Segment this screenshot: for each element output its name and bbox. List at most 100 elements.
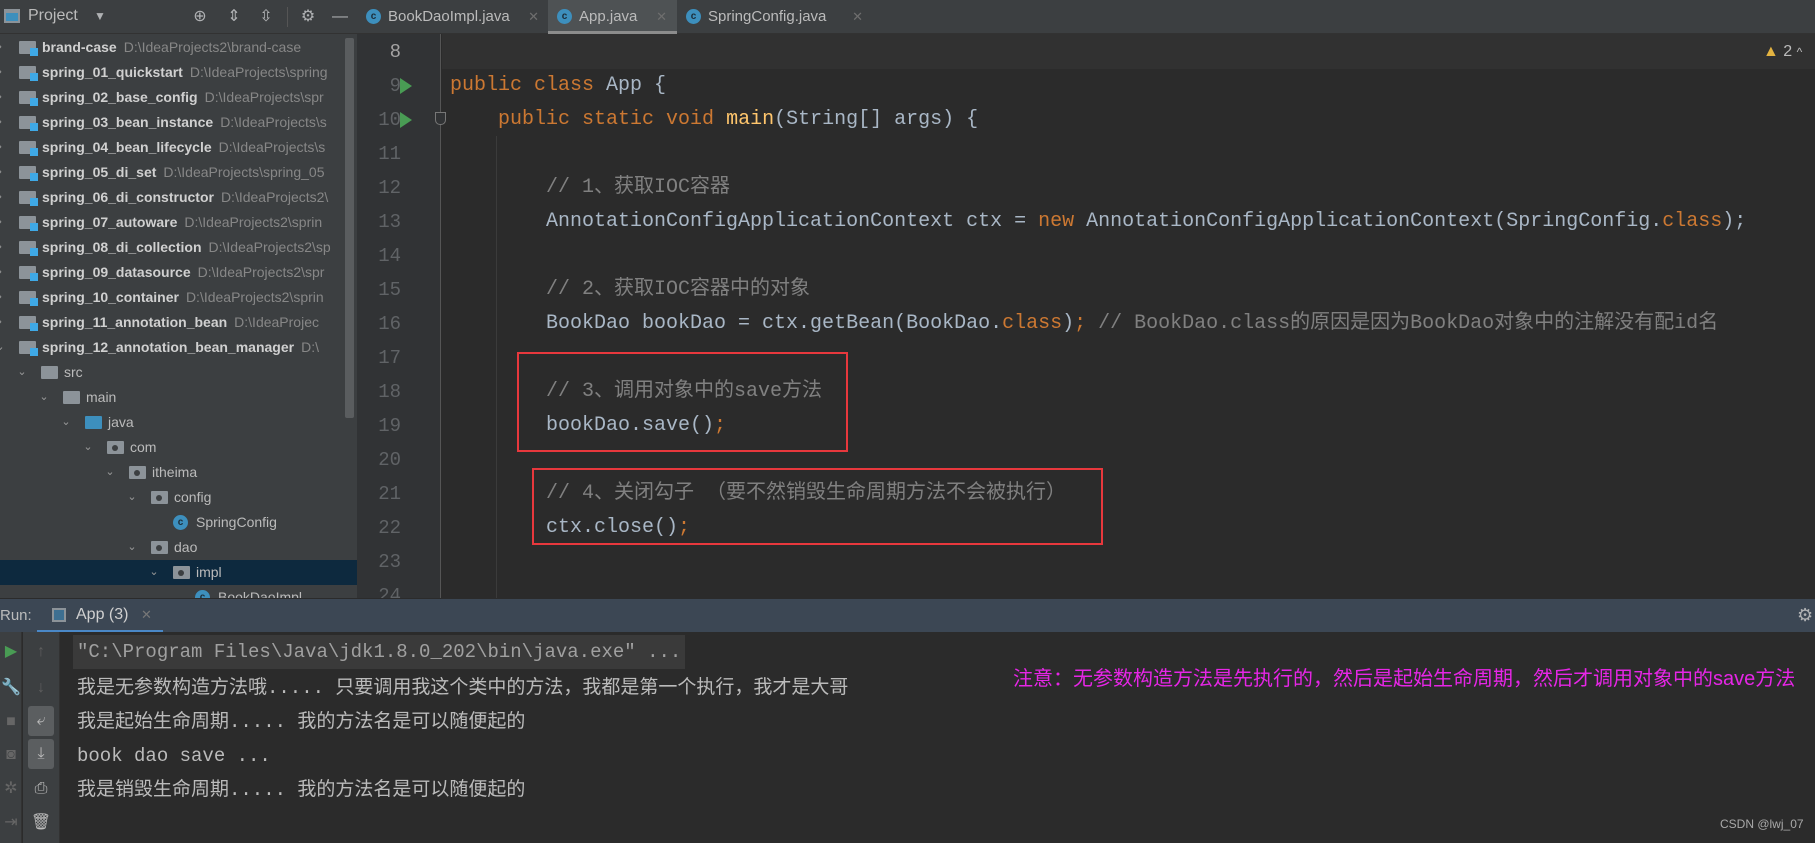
project-scrollbar[interactable] (345, 38, 354, 418)
tree-item-spring-03-bean-instance[interactable]: › spring_03_bean_instance D:\IdeaProjects\… (0, 110, 345, 135)
chevron-right-icon[interactable]: › (0, 60, 6, 85)
project-panel-header: Project ▼ ⊕ ⇕ ⇳ ⚙ — (0, 0, 357, 34)
line-number: 18 (378, 381, 401, 403)
chevron-right-icon[interactable]: › (0, 235, 6, 260)
collapse-all-icon[interactable]: ⇳ (257, 8, 275, 26)
folder-icon (19, 41, 38, 56)
chevron-right-icon[interactable]: › (0, 35, 6, 60)
run-tab[interactable]: App (3) ✕ (37, 599, 163, 633)
chevron-down-icon[interactable]: ⌄ (16, 360, 28, 385)
close-tab-icon[interactable]: ✕ (656, 0, 667, 33)
trash-icon[interactable]: 🗑 (30, 812, 52, 834)
tab-bookdaoimpl-java[interactable]: c BookDaoImpl.java ✕ (357, 0, 549, 34)
tree-item-spring-09-datasource[interactable]: › spring_09_datasource D:\IdeaProjects2\sp… (0, 260, 345, 285)
tree-item-spring-11-annotation-bean[interactable]: › spring_11_annotation_bean D:\IdeaProjec (0, 310, 345, 335)
folder-icon (173, 566, 190, 579)
locate-icon[interactable]: ⊕ (191, 8, 209, 26)
rerun-icon[interactable]: ▶ (0, 641, 22, 663)
camera-icon[interactable]: ◙ (0, 744, 22, 766)
tree-item-path: D:\ (301, 339, 319, 355)
tree-item-spring-02-base-config[interactable]: › spring_02_base_config D:\IdeaProjects\sp… (0, 85, 345, 110)
tab-springconfig-java[interactable]: c SpringConfig.java ✕ (677, 0, 873, 34)
tree-item-dao[interactable]: ⌄ dao (0, 535, 345, 560)
tree-item-com[interactable]: ⌄ com (0, 435, 345, 460)
tree-item-spring-12-annotation-bean-manager[interactable]: ⌄ spring_12_annotation_bean_manager D:\ (0, 335, 345, 360)
run-gutter-icon[interactable] (400, 112, 412, 128)
close-tab-icon[interactable]: ✕ (852, 0, 863, 33)
tree-item-java[interactable]: ⌄ java (0, 410, 345, 435)
tree-item-spring-01-quickstart[interactable]: › spring_01_quickstart D:\IdeaProjects\spr… (0, 60, 345, 85)
project-view-title[interactable]: Project (28, 7, 78, 25)
tree-item-impl[interactable]: ⌄ impl (0, 560, 357, 585)
folder-icon (19, 166, 38, 181)
tree-item-itheima[interactable]: ⌄ itheima (0, 460, 345, 485)
chevron-down-icon[interactable]: ⌄ (126, 485, 138, 510)
tree-item-name: dao (174, 539, 198, 555)
run-panel-header: Run: App (3) ✕ ⚙ (0, 598, 1815, 633)
tree-item-label: spring_05_di_set D:\IdeaProjects\spring_0… (42, 160, 324, 185)
chevron-down-icon[interactable]: ⌄ (148, 560, 160, 585)
warnings-indicator[interactable]: ▲ 2 ^ (1763, 40, 1815, 64)
run-toolbar-secondary: ↑ ↓ ⤶ ⤓ ⎙ 🗑 (23, 632, 60, 843)
run-gutter-icon[interactable] (400, 78, 412, 94)
tree-item-src[interactable]: ⌄ src (0, 360, 345, 385)
chevron-down-icon[interactable]: ⌄ (0, 335, 6, 360)
exit-icon[interactable]: ⇥ (0, 812, 22, 834)
tree-item-springconfig[interactable]: c SpringConfig (0, 510, 345, 535)
tab-app-java[interactable]: c App.java ✕ (548, 0, 677, 34)
line-number: 21 (378, 483, 401, 505)
scroll-to-end-icon[interactable]: ⤓ (28, 739, 54, 769)
gear-icon[interactable]: ⚙ (299, 8, 317, 26)
line-number: 9 (389, 75, 401, 97)
down-arrow-icon[interactable]: ↓ (30, 677, 52, 699)
tree-item-spring-07-autoware[interactable]: › spring_07_autoware D:\IdeaProjects2\spri… (0, 210, 345, 235)
annotation-note: 注意：无参数构造方法是先执行的，然后是起始生命周期，然后才调用对象中的save方… (1013, 668, 1796, 690)
tree-item-spring-06-di-constructor[interactable]: › spring_06_di_constructor D:\IdeaProjects… (0, 185, 345, 210)
tree-item-name: spring_10_container (42, 289, 179, 305)
chevron-right-icon[interactable]: › (0, 85, 6, 110)
tree-item-spring-10-container[interactable]: › spring_10_container D:\IdeaProjects2\spr… (0, 285, 345, 310)
tree-item-name: brand-case (42, 39, 117, 55)
wrench-icon[interactable]: 🔧 (0, 677, 22, 699)
tree-item-spring-05-di-set[interactable]: › spring_05_di_set D:\IdeaProjects\spring_… (0, 160, 345, 185)
chevron-right-icon[interactable]: › (0, 210, 6, 235)
class-icon: c (195, 590, 210, 598)
hide-panel-icon[interactable]: — (331, 8, 349, 26)
chevron-right-icon[interactable]: › (0, 135, 6, 160)
chevron-right-icon[interactable]: › (0, 160, 6, 185)
chevron-right-icon[interactable]: › (0, 285, 6, 310)
chevron-right-icon[interactable]: › (0, 110, 6, 135)
tab-label: BookDaoImpl.java (388, 8, 510, 25)
up-arrow-icon[interactable]: ↑ (30, 641, 52, 663)
tree-item-path: D:\IdeaProjects2\spr (197, 264, 325, 280)
soft-wrap-icon[interactable]: ⤶ (28, 706, 54, 736)
tree-item-spring-08-di-collection[interactable]: › spring_08_di_collection D:\IdeaProjects2… (0, 235, 345, 260)
console-command-line: "C:\Program Files\Java\jdk1.8.0_202\bin\… (73, 635, 686, 669)
tree-item-label: dao (174, 535, 197, 560)
chevron-right-icon[interactable]: › (0, 310, 6, 335)
run-settings-gear-icon[interactable]: ⚙ (1797, 605, 1813, 626)
project-view-dropdown-icon[interactable]: ▼ (94, 9, 106, 23)
line-number: 23 (378, 551, 401, 573)
chevron-down-icon[interactable]: ⌄ (38, 385, 50, 410)
tree-item-spring-04-bean-lifecycle[interactable]: › spring_04_bean_lifecycle D:\IdeaProjects… (0, 135, 345, 160)
close-tab-icon[interactable]: ✕ (528, 0, 539, 33)
close-tab-icon[interactable]: ✕ (141, 607, 152, 623)
chevron-right-icon[interactable]: › (0, 185, 6, 210)
chevron-down-icon[interactable]: ⌄ (126, 535, 138, 560)
chevron-down-icon[interactable]: ⌄ (104, 460, 116, 485)
chevron-down-icon[interactable]: ⌄ (82, 435, 94, 460)
folder-icon (19, 191, 38, 206)
folder-icon (151, 491, 168, 504)
tree-item-brand-case[interactable]: › brand-case D:\IdeaProjects2\brand-case (0, 35, 345, 60)
fold-icon[interactable] (435, 112, 446, 125)
expand-all-icon[interactable]: ⇕ (225, 8, 243, 26)
chevron-down-icon[interactable]: ⌄ (60, 410, 72, 435)
stop-icon[interactable]: ■ (0, 711, 22, 733)
tree-item-config[interactable]: ⌄ config (0, 485, 345, 510)
settings-icon[interactable]: ✲ (0, 778, 22, 800)
tree-item-main[interactable]: ⌄ main (0, 385, 345, 410)
chevron-right-icon[interactable]: › (0, 260, 6, 285)
tree-item-bookdaoimpl[interactable]: c BookDaoImpl (0, 585, 345, 598)
print-icon[interactable]: ⎙ (30, 778, 52, 800)
